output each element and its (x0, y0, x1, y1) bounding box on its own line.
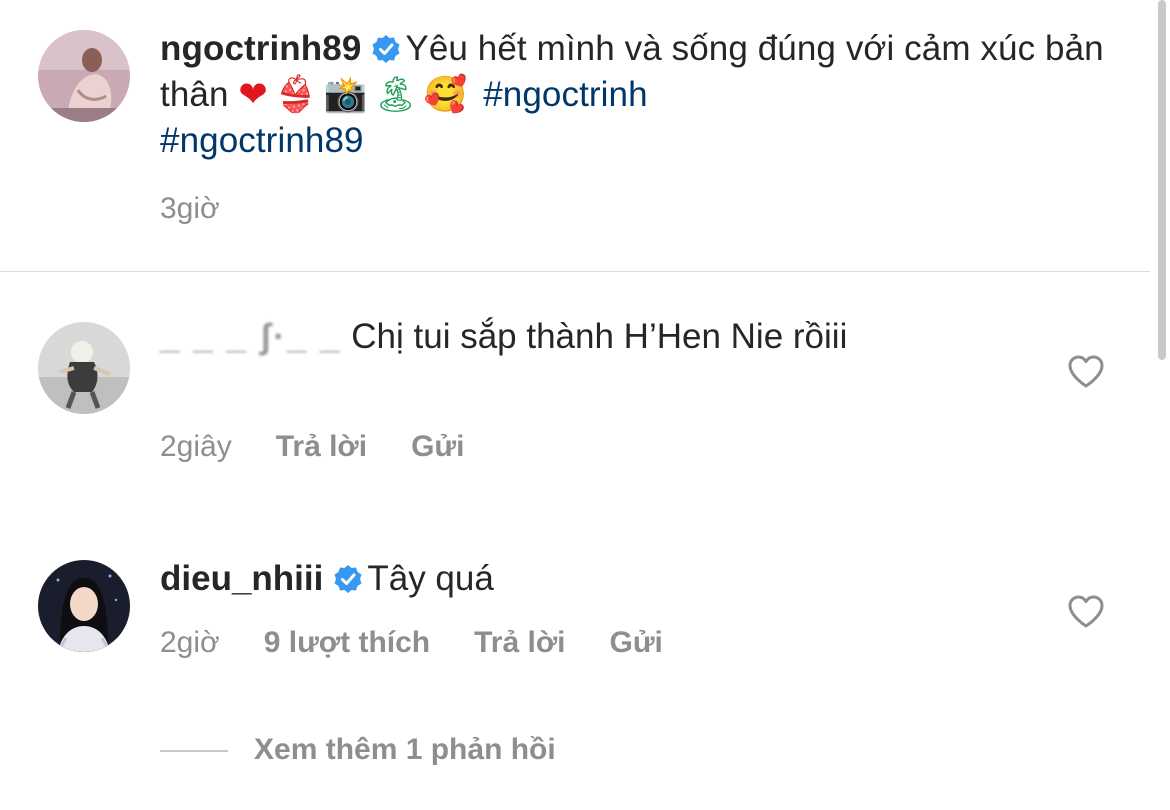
reply-button[interactable]: Trả lời (474, 626, 565, 659)
smiling-face-hearts-emoji: 🥰 (423, 75, 468, 115)
comment-text: dieu_nhiii Tây quá (160, 556, 1060, 602)
comment-actions: 2giây Trả lời Gửi (160, 430, 509, 464)
comment-body: Chị tui sắp thành H’Hen Nie rồiii (351, 317, 848, 356)
scrollbar[interactable] (1158, 0, 1166, 360)
view-replies-button[interactable]: Xem thêm 1 phản hồi (160, 733, 556, 767)
hashtag-link[interactable]: #ngoctrinh (483, 75, 647, 114)
verified-badge-icon (372, 35, 400, 63)
caption-username[interactable]: ngoctrinh89 (160, 29, 361, 68)
comment-timestamp: 2giờ (160, 626, 220, 659)
reply-button[interactable]: Trả lời (276, 430, 367, 463)
comment-actions: 2giờ 9 lượt thích Trả lời Gửi (160, 626, 707, 660)
likes-count[interactable]: 9 lượt thích (264, 626, 430, 659)
comment-item: _ _ _ ʃ·_ _ Chị tui sắp thành H’Hen Nie … (0, 300, 1140, 500)
heart-emoji: ❤ (238, 75, 268, 115)
send-button[interactable]: Gửi (610, 626, 663, 659)
heart-outline-icon[interactable] (1066, 592, 1106, 632)
view-replies-label[interactable]: Xem thêm 1 phản hồi (254, 733, 556, 766)
camera-flash-emoji: 📸 (323, 75, 368, 115)
comment-text: _ _ _ ʃ·_ _ Chị tui sắp thành H’Hen Nie … (160, 314, 1060, 360)
send-button[interactable]: Gửi (411, 430, 464, 463)
comment-item: dieu_nhiii Tây quá 2giờ 9 lượt thích Trả lờ… (0, 540, 1140, 720)
caption-text: ngoctrinh89 Yêu hết mình và sống đúng với… (160, 26, 1120, 164)
heart-outline-icon[interactable] (1066, 352, 1106, 392)
caption-timestamp: 3giờ (160, 192, 220, 225)
verified-badge-icon (334, 565, 362, 593)
redacted-username: _ _ _ ʃ·_ _ (160, 317, 342, 356)
comments-screen: ngoctrinh89 Yêu hết mình và sống đúng với… (0, 0, 1170, 810)
post-caption: ngoctrinh89 Yêu hết mình và sống đúng với… (0, 0, 1140, 272)
hashtag-link[interactable]: #ngoctrinh89 (160, 121, 364, 160)
commenter-avatar[interactable] (38, 560, 130, 652)
commenter-username[interactable]: dieu_nhiii (160, 559, 323, 598)
comment-body: Tây quá (367, 559, 494, 598)
comment-timestamp: 2giây (160, 430, 232, 463)
desert-island-emoji: 🏝 (373, 75, 418, 115)
replies-divider-line (160, 750, 228, 753)
caption-author-avatar[interactable] (38, 30, 130, 122)
bikini-emoji: 👙 (273, 75, 318, 115)
divider (0, 271, 1150, 272)
commenter-avatar[interactable] (38, 322, 130, 414)
